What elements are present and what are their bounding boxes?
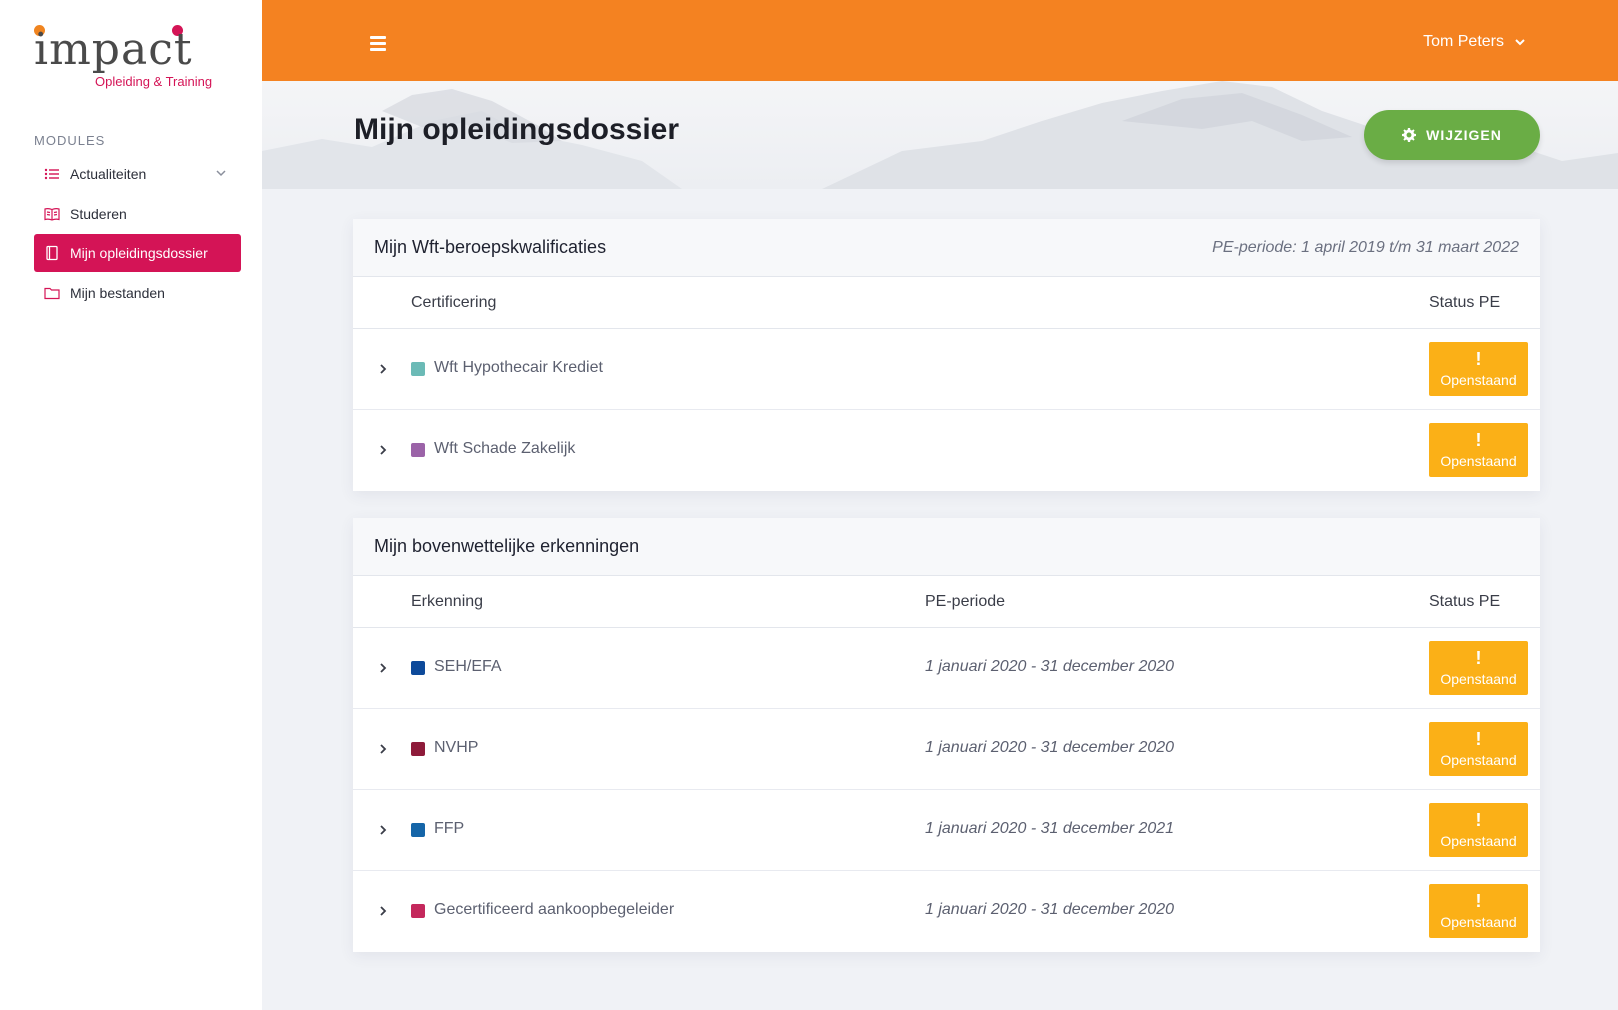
pe-period: 1 januari 2020 - 31 december 2020	[925, 739, 1175, 756]
card-title: Mijn Wft-beroepskwalificaties	[374, 237, 607, 257]
sidebar-item-mijn-bestanden[interactable]: Mijn bestanden	[34, 274, 241, 312]
sidebar-item-label: Mijn opleidingsdossier	[70, 245, 208, 261]
exclamation-icon: !	[1475, 349, 1482, 369]
exclamation-icon: !	[1475, 729, 1482, 749]
sidebar-item-mijn-opleidingsdossier[interactable]: Mijn opleidingsdossier	[34, 234, 241, 272]
certification-name: Wft Schade Zakelijk	[434, 440, 576, 457]
recognitions-card: Mijn bovenwettelijke erkenningen Erkenni…	[353, 518, 1540, 952]
exclamation-icon: !	[1475, 810, 1482, 830]
impact-logo[interactable]: impact Opleiding & Training	[34, 22, 224, 92]
chevron-right-icon[interactable]	[377, 363, 389, 375]
table-header: Erkenning PE-periode Status PE	[353, 576, 1540, 628]
menu-toggle-icon[interactable]	[370, 36, 386, 51]
chevron-right-icon[interactable]	[377, 743, 389, 755]
recognition-name: SEH/EFA	[434, 658, 502, 675]
table-row[interactable]: SEH/EFA 1 januari 2020 - 31 december 202…	[353, 628, 1540, 709]
table-row[interactable]: Wft Hypothecair Krediet ! Openstaand	[353, 329, 1540, 410]
table-row[interactable]: FFP 1 januari 2020 - 31 december 2021 ! …	[353, 790, 1540, 871]
chevron-right-icon[interactable]	[377, 905, 389, 917]
column-header-certificering: Certificering	[411, 294, 497, 311]
table-row[interactable]: Wft Schade Zakelijk ! Openstaand	[353, 410, 1540, 491]
page-title: Mijn opleidingsdossier	[354, 113, 680, 146]
sidebar-item-studeren[interactable]: Studeren	[34, 195, 241, 233]
color-square-icon	[411, 443, 425, 457]
sidebar-nav: Actualiteiten Studeren Mijn opleidingsdo…	[34, 155, 241, 313]
gear-icon	[1402, 128, 1417, 142]
status-badge: ! Openstaand	[1429, 722, 1528, 776]
list-icon	[44, 168, 59, 180]
status-text: Openstaand	[1440, 752, 1517, 768]
notebook-icon	[46, 245, 58, 261]
color-square-icon	[411, 661, 425, 675]
exclamation-icon: !	[1475, 891, 1482, 911]
logo-word: impact	[34, 24, 193, 75]
status-text: Openstaand	[1440, 833, 1517, 849]
color-square-icon	[411, 904, 425, 918]
exclamation-icon: !	[1475, 648, 1482, 668]
sidebar-item-label: Mijn bestanden	[70, 284, 165, 301]
edit-button-label: WIJZIGEN	[1426, 127, 1502, 143]
folder-icon	[44, 287, 60, 299]
sidebar-item-actualiteiten[interactable]: Actualiteiten	[34, 155, 241, 193]
card-header: Mijn bovenwettelijke erkenningen	[353, 518, 1540, 576]
status-badge: ! Openstaand	[1429, 803, 1528, 857]
page-header: Mijn opleidingsdossier WIJZIGEN	[262, 81, 1618, 189]
pe-period-text: PE-periode: 1 april 2019 t/m 31 maart 20…	[1212, 238, 1519, 256]
recognition-name: FFP	[434, 820, 465, 837]
color-square-icon	[411, 823, 425, 837]
recognition-name: Gecertificeerd aankoopbegeleider	[434, 901, 675, 918]
table-header: Certificering Status PE	[353, 277, 1540, 329]
sidebar: impact Opleiding & Training MODULES Actu…	[0, 0, 262, 1010]
status-badge: ! Openstaand	[1429, 423, 1528, 477]
pe-period: 1 januari 2020 - 31 december 2021	[925, 820, 1175, 837]
exclamation-icon: !	[1475, 430, 1482, 450]
qualifications-card: Mijn Wft-beroepskwalificaties PE-periode…	[353, 219, 1540, 491]
chevron-down-icon	[1515, 39, 1525, 46]
column-header-erkenning: Erkenning	[411, 593, 484, 610]
chevron-right-icon[interactable]	[377, 444, 389, 456]
user-name: Tom Peters	[1423, 33, 1504, 50]
status-text: Openstaand	[1440, 453, 1517, 469]
color-square-icon	[411, 362, 425, 376]
edit-button[interactable]: WIJZIGEN	[1364, 110, 1540, 160]
user-menu[interactable]: Tom Peters	[1423, 33, 1526, 51]
color-square-icon	[411, 742, 425, 756]
column-header-status: Status PE	[1429, 294, 1501, 311]
status-text: Openstaand	[1440, 671, 1517, 687]
recognition-name: NVHP	[434, 739, 479, 756]
table-row[interactable]: NVHP 1 januari 2020 - 31 december 2020 !…	[353, 709, 1540, 790]
chevron-right-icon[interactable]	[377, 662, 389, 674]
status-badge: ! Openstaand	[1429, 641, 1528, 695]
sidebar-item-label: Actualiteiten	[70, 166, 147, 182]
book-icon	[44, 207, 60, 221]
card-title: Mijn bovenwettelijke erkenningen	[374, 536, 640, 556]
status-badge: ! Openstaand	[1429, 342, 1528, 396]
top-bar: Tom Peters	[262, 0, 1618, 81]
table-row[interactable]: Gecertificeerd aankoopbegeleider 1 janua…	[353, 871, 1540, 952]
column-header-pe-periode: PE-periode	[925, 593, 1006, 610]
card-header: Mijn Wft-beroepskwalificaties PE-periode…	[353, 219, 1540, 277]
pe-period: 1 januari 2020 - 31 december 2020	[925, 658, 1175, 675]
chevron-right-icon[interactable]	[377, 824, 389, 836]
certification-name: Wft Hypothecair Krediet	[434, 359, 603, 376]
status-text: Openstaand	[1440, 914, 1517, 930]
column-header-status: Status PE	[1429, 593, 1501, 610]
pe-period: 1 januari 2020 - 31 december 2020	[925, 901, 1175, 918]
chevron-down-icon[interactable]	[215, 167, 227, 179]
logo-subtitle: Opleiding & Training	[95, 74, 213, 89]
status-badge: ! Openstaand	[1429, 884, 1528, 938]
modules-section-label: MODULES	[34, 133, 106, 148]
sidebar-item-label: Studeren	[70, 205, 127, 222]
status-text: Openstaand	[1440, 372, 1517, 388]
